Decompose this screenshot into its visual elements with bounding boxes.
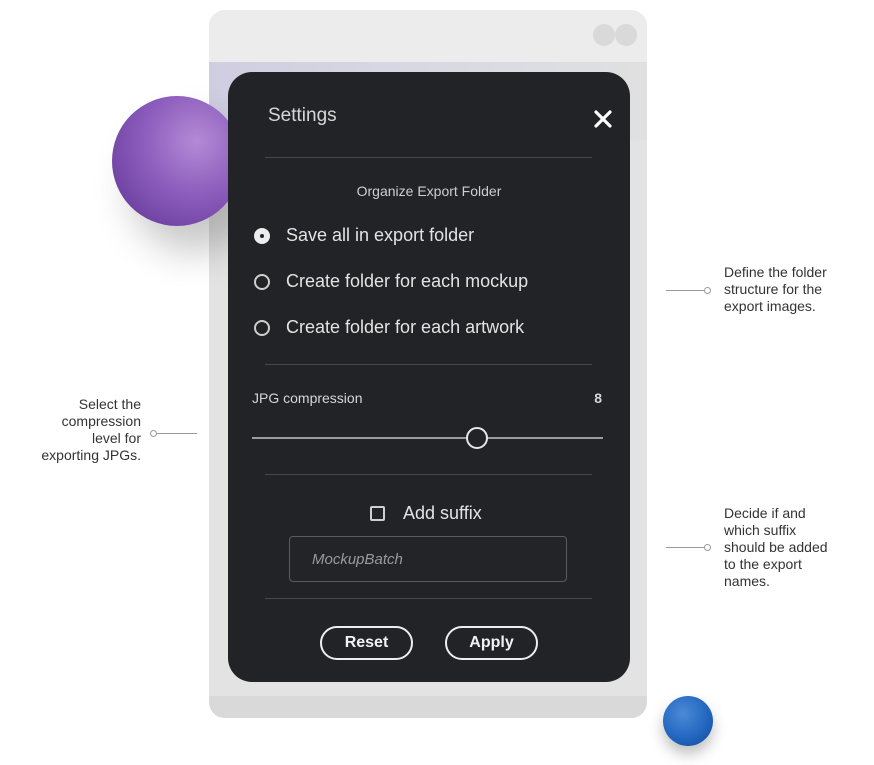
radio-button-selected[interactable] <box>254 227 270 244</box>
annotation-line: exporting JPGs. <box>41 447 141 463</box>
annotation-line: export images. <box>724 298 816 314</box>
radio-create-folder-each-mockup[interactable]: Create folder for each mockup <box>254 271 528 292</box>
add-suffix-checkbox-row[interactable]: Add suffix <box>370 503 482 524</box>
radio-save-all-in-export-folder[interactable]: Save all in export folder <box>254 225 474 246</box>
window-control-dot <box>593 24 615 46</box>
divider <box>265 157 592 158</box>
annotation-line: structure for the <box>724 281 823 297</box>
window-bottom-bar <box>209 696 647 718</box>
annotation-suffix: Decide if and which suffix should be add… <box>724 505 874 590</box>
annotation-line: Select the <box>78 396 141 412</box>
radio-label: Create folder for each artwork <box>286 317 525 337</box>
annotation-line: compression <box>61 413 141 429</box>
leader-dot <box>704 544 711 551</box>
reset-button[interactable]: Reset <box>320 626 413 660</box>
suffix-input[interactable] <box>289 536 567 582</box>
jpg-compression-slider[interactable] <box>252 427 603 449</box>
annotation-line: names. <box>724 573 770 589</box>
window-titlebar <box>209 10 647 62</box>
annotation-line: Define the folder <box>724 264 827 280</box>
window-control-dot <box>615 24 637 46</box>
annotation-folder-structure: Define the folder structure for the expo… <box>724 264 874 315</box>
leader-line <box>157 433 197 434</box>
jpg-compression-label: JPG compression <box>252 390 363 406</box>
radio-button[interactable] <box>254 273 270 290</box>
apply-button[interactable]: Apply <box>445 626 538 660</box>
radio-label: Create folder for each mockup <box>286 271 529 291</box>
settings-dialog: Settings Organize Export Folder Save all… <box>228 72 630 682</box>
leader-line <box>666 547 704 548</box>
close-icon[interactable] <box>592 108 614 130</box>
radio-label: Save all in export folder <box>286 225 475 245</box>
slider-thumb[interactable] <box>465 427 488 449</box>
radio-button[interactable] <box>254 319 270 336</box>
annotation-line: Decide if and <box>724 505 806 521</box>
decorative-purple-sphere <box>112 96 242 226</box>
divider <box>265 598 592 599</box>
add-suffix-checkbox[interactable] <box>370 506 385 521</box>
annotation-line: should be added <box>724 539 828 555</box>
jpg-compression-value: 8 <box>594 390 602 406</box>
radio-create-folder-each-artwork[interactable]: Create folder for each artwork <box>254 317 524 338</box>
annotation-line: to the export <box>724 556 802 572</box>
leader-dot <box>704 287 711 294</box>
leader-line <box>666 290 704 291</box>
add-suffix-label: Add suffix <box>403 503 482 523</box>
annotation-line: level for <box>91 430 141 446</box>
annotation-compression: Select the compression level for exporti… <box>0 396 141 464</box>
divider <box>265 364 592 365</box>
divider <box>265 474 592 475</box>
leader-dot <box>150 430 157 437</box>
organize-folder-heading: Organize Export Folder <box>356 183 502 199</box>
dialog-title: Settings <box>268 105 337 126</box>
annotation-line: which suffix <box>724 522 797 538</box>
decorative-blue-sphere <box>663 696 713 746</box>
